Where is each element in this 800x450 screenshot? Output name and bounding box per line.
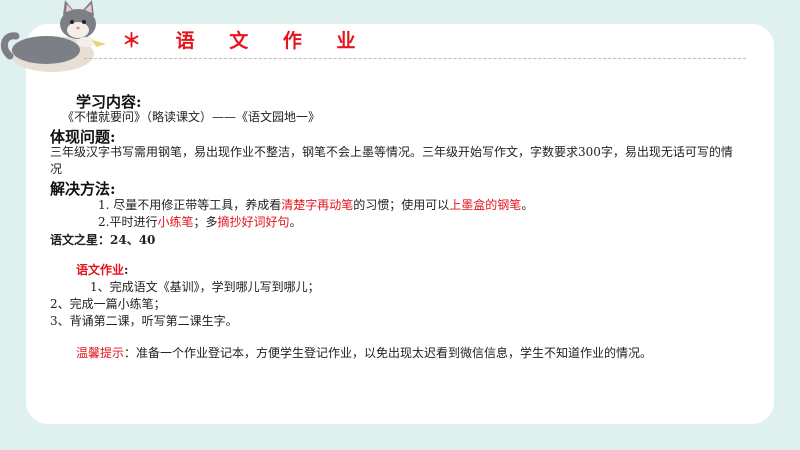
solution-item-2: 2.平时进行小练笔；多摘抄好词好句。	[98, 214, 302, 231]
tip-text: ：准备一个作业登记本，方便学生登记作业，以免出现太迟看到微信信息，学生不知道作业…	[124, 346, 653, 360]
solution-1-text-end: 。	[521, 198, 534, 212]
content-text: 《不懂就要问》（略读课文）——《语文园地一》	[62, 110, 321, 124]
homework-item-3: 3、背诵第二课，听写第二课生字。	[50, 314, 238, 328]
title-divider	[84, 58, 746, 59]
problem-text: 三年级汉字书写需用钢笔，易出现作业不整洁，钢笔不会上墨等情况。三年级开始写作文，…	[50, 145, 733, 176]
tip-line: 温馨提示：准备一个作业登记本，方便学生登记作业，以免出现太迟看到微信信息，学生不…	[76, 345, 652, 362]
homework-item-1: 1、完成语文《基训》，学到哪儿写到哪儿；	[90, 280, 320, 294]
homework-heading-colon: :	[124, 263, 129, 277]
homework-heading: 语文作业:	[76, 262, 128, 279]
solution-1-highlight-2: 上墨盒的钢笔	[449, 198, 522, 212]
homework-item-2: 2、完成一篇小练笔；	[50, 297, 166, 311]
solution-2-text-mid: ；多	[193, 215, 218, 229]
solution-heading: 解决方法:	[50, 180, 116, 198]
solution-1-text-mid: 的习惯；使用可以	[353, 198, 450, 212]
solution-2-text: 2.平时进行	[98, 215, 158, 229]
tip-label: 温馨提示	[76, 346, 125, 360]
solution-2-highlight: 小练笔	[157, 215, 194, 229]
solution-2-text-end: 。	[289, 215, 302, 229]
solution-2-highlight-2: 摘抄好词好句	[217, 215, 290, 229]
star-students: 语文之星：24、40	[50, 233, 156, 247]
homework-heading-label: 语文作业	[76, 263, 125, 277]
solution-1-text: 1. 尽量不用修正带等工具，养成看	[98, 198, 282, 212]
cat-icon	[0, 0, 106, 72]
solution-1-highlight: 清楚字再动笔	[281, 198, 354, 212]
solution-item-1: 1. 尽量不用修正带等工具，养成看清楚字再动笔的习惯；使用可以上墨盒的钢笔。	[98, 197, 533, 214]
page-title: ＊ 语 文 作 业	[122, 30, 370, 52]
